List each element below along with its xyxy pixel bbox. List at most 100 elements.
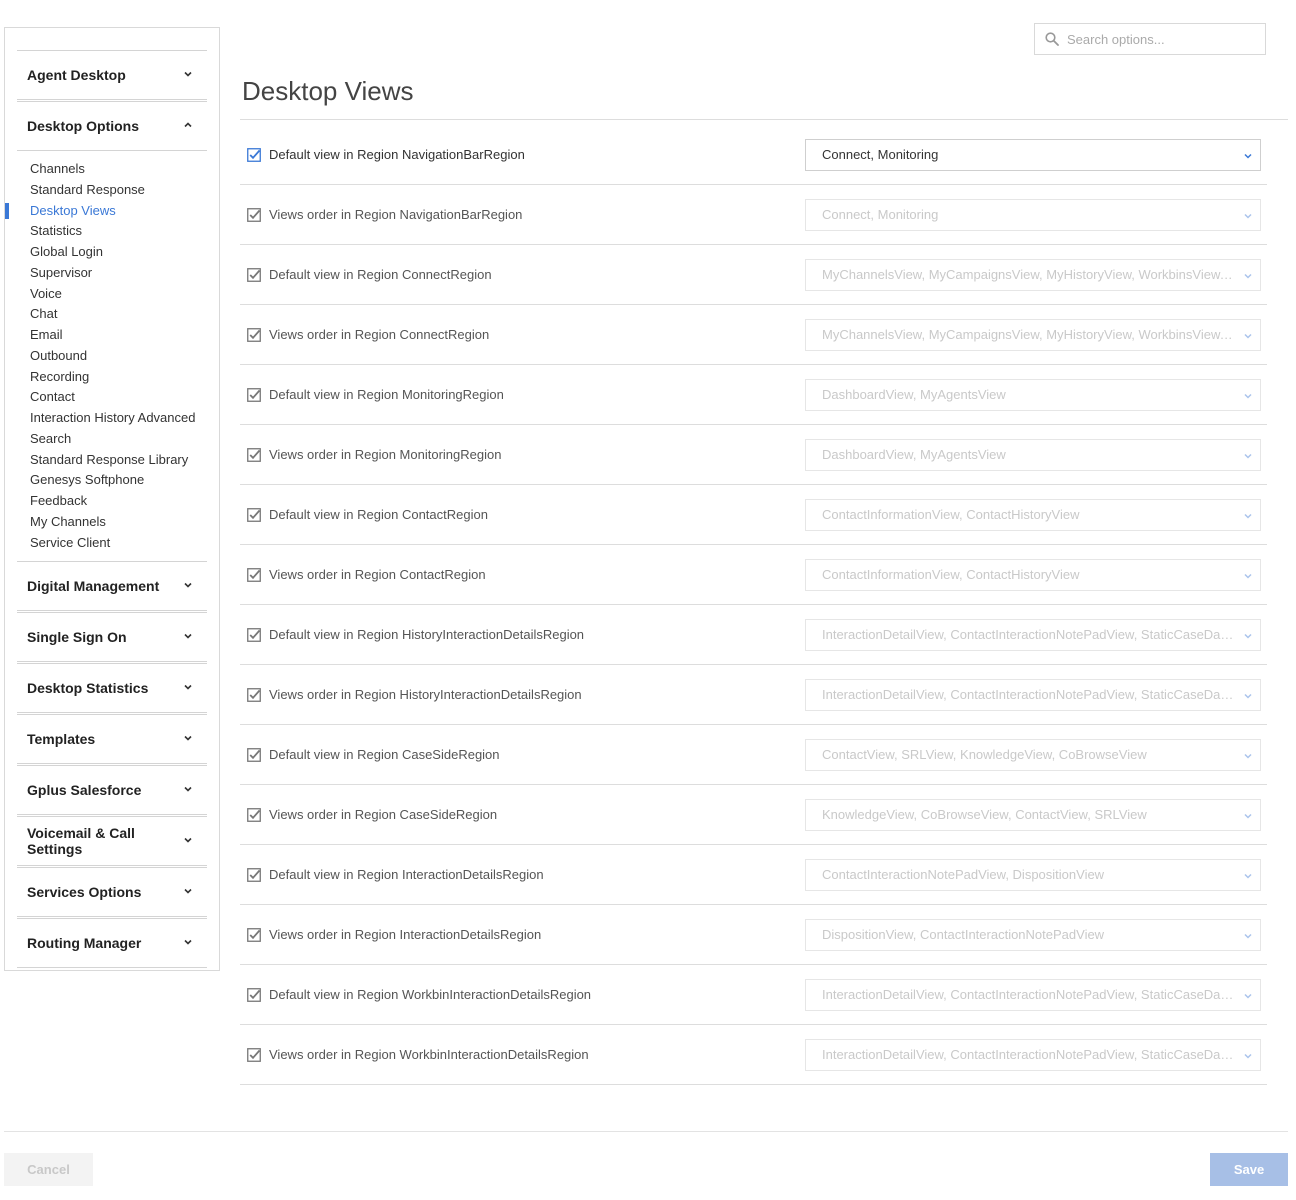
- option-row: Default view in Region MonitoringRegion D…: [240, 365, 1267, 425]
- views-select[interactable]: InteractionDetailView, ContactInteractio…: [805, 618, 1261, 651]
- select-value: KnowledgeView, CoBrowseView, ContactView…: [822, 807, 1147, 822]
- select-value: DashboardView, MyAgentsView: [822, 447, 1006, 462]
- option-row: Views order in Region InteractionDetails…: [240, 905, 1267, 965]
- views-select[interactable]: ContactInteractionNotePadView, Dispositi…: [805, 858, 1261, 891]
- views-select[interactable]: InteractionDetailView, ContactInteractio…: [805, 978, 1261, 1011]
- save-button[interactable]: Save: [1210, 1153, 1288, 1186]
- checkbox-checked-icon[interactable]: [247, 567, 261, 582]
- checkbox-checked-icon[interactable]: [247, 147, 261, 162]
- search-box[interactable]: [1034, 23, 1266, 55]
- sidebar-item[interactable]: Standard Response Library: [17, 450, 207, 471]
- checkbox-checked-icon[interactable]: [247, 747, 261, 762]
- option-row: Views order in Region WorkbinInteraction…: [240, 1025, 1267, 1085]
- option-label: Default view in Region HistoryInteractio…: [269, 627, 585, 642]
- sidebar-item[interactable]: Contact: [17, 387, 207, 408]
- views-select[interactable]: KnowledgeView, CoBrowseView, ContactView…: [805, 798, 1261, 831]
- sidebar-section-header[interactable]: Voicemail & Call Settings: [17, 816, 207, 867]
- checkbox-checked-icon[interactable]: [247, 687, 261, 702]
- sidebar-item[interactable]: Supervisor: [17, 263, 207, 284]
- search-icon: [1045, 32, 1059, 46]
- sidebar-item[interactable]: Search: [17, 429, 207, 450]
- sidebar-section: Digital Management: [17, 561, 207, 612]
- chevron-down-icon: [181, 578, 195, 595]
- select-value: InteractionDetailView, ContactInteractio…: [822, 987, 1236, 1002]
- views-select[interactable]: MyChannelsView, MyCampaignsView, MyHisto…: [805, 318, 1261, 351]
- sidebar-section-header[interactable]: Services Options: [17, 867, 207, 918]
- checkbox-checked-icon[interactable]: [247, 507, 261, 522]
- sidebar-section-label: Routing Manager: [27, 935, 142, 952]
- option-label: Default view in Region CaseSideRegion: [269, 747, 500, 762]
- views-select[interactable]: Connect, Monitoring: [805, 138, 1261, 171]
- checkbox-checked-icon[interactable]: [247, 807, 261, 822]
- sidebar-section-header[interactable]: Templates: [17, 714, 207, 765]
- views-select[interactable]: InteractionDetailView, ContactInteractio…: [805, 1038, 1261, 1071]
- option-row: Views order in Region CaseSideRegion Know…: [240, 785, 1267, 845]
- sidebar-section-header[interactable]: Gplus Salesforce: [17, 765, 207, 816]
- checkbox-checked-icon[interactable]: [247, 927, 261, 942]
- checkbox-checked-icon[interactable]: [247, 387, 261, 402]
- search-input[interactable]: [1065, 30, 1259, 48]
- sidebar-item[interactable]: Service Client: [17, 533, 207, 554]
- sidebar-item[interactable]: Channels: [17, 159, 207, 180]
- views-select[interactable]: DashboardView, MyAgentsView: [805, 438, 1261, 471]
- sidebar-item[interactable]: Chat: [17, 304, 207, 325]
- sidebar-section-header[interactable]: Routing Manager: [17, 918, 207, 969]
- option-row: Views order in Region NavigationBarRegio…: [240, 185, 1267, 245]
- checkbox-checked-icon[interactable]: [247, 987, 261, 1002]
- views-select[interactable]: MyChannelsView, MyCampaignsView, MyHisto…: [805, 258, 1261, 291]
- option-label: Views order in Region WorkbinInteraction…: [269, 1047, 589, 1062]
- views-select[interactable]: ContactInformationView, ContactHistoryVi…: [805, 558, 1261, 591]
- checkbox-checked-icon[interactable]: [247, 627, 261, 642]
- views-select[interactable]: DashboardView, MyAgentsView: [805, 378, 1261, 411]
- cancel-button[interactable]: Cancel: [4, 1153, 93, 1186]
- sidebar-item[interactable]: Recording: [17, 367, 207, 388]
- select-value: DispositionView, ContactInteractionNoteP…: [822, 927, 1105, 942]
- sidebar-item[interactable]: Email: [17, 325, 207, 346]
- sidebar-section-header[interactable]: Desktop Statistics: [17, 663, 207, 714]
- option-row: Default view in Region ContactRegion Cont…: [240, 485, 1267, 545]
- chevron-down-icon: [1244, 753, 1252, 759]
- sidebar-item[interactable]: Desktop Views: [5, 201, 207, 222]
- checkbox-checked-icon[interactable]: [247, 267, 261, 282]
- checkbox-checked-icon[interactable]: [247, 207, 261, 222]
- option-row: Default view in Region ConnectRegion MyCh…: [240, 245, 1267, 305]
- sidebar-item[interactable]: My Channels: [17, 512, 207, 533]
- option-label: Default view in Region ContactRegion: [269, 507, 488, 522]
- chevron-down-icon: [1244, 393, 1252, 399]
- select-value: InteractionDetailView, ContactInteractio…: [822, 1047, 1236, 1062]
- checkbox-checked-icon[interactable]: [247, 1047, 261, 1062]
- views-select[interactable]: DispositionView, ContactInteractionNoteP…: [805, 918, 1261, 951]
- chevron-down-icon: [181, 935, 195, 952]
- sidebar-item[interactable]: Feedback: [17, 491, 207, 512]
- sidebar-item[interactable]: Interaction History Advanced: [17, 408, 207, 429]
- sidebar-item[interactable]: Outbound: [17, 346, 207, 367]
- views-select[interactable]: InteractionDetailView, ContactInteractio…: [805, 678, 1261, 711]
- sidebar-item[interactable]: Standard Response: [17, 180, 207, 201]
- sidebar-section-label: Desktop Options: [27, 118, 140, 134]
- checkbox-checked-icon[interactable]: [247, 447, 261, 462]
- sidebar: Agent Desktop Desktop Options Channels Stan…: [4, 27, 220, 971]
- sidebar-item[interactable]: Genesys Softphone: [17, 470, 207, 491]
- views-select[interactable]: ContactInformationView, ContactHistoryVi…: [805, 498, 1261, 531]
- sidebar-section-header[interactable]: Desktop Options: [17, 101, 207, 151]
- chevron-down-icon: [1244, 273, 1252, 279]
- views-select[interactable]: Connect, Monitoring: [805, 198, 1261, 231]
- option-label: Views order in Region CaseSideRegion: [269, 807, 498, 822]
- select-value: DashboardView, MyAgentsView: [822, 387, 1006, 402]
- sidebar-section-header[interactable]: Single Sign On: [17, 612, 207, 663]
- sidebar-section-header[interactable]: Agent Desktop: [17, 50, 207, 100]
- sidebar-section-header[interactable]: Digital Management: [17, 561, 207, 612]
- select-value: Connect, Monitoring: [822, 147, 939, 162]
- checkbox-checked-icon[interactable]: [247, 867, 261, 882]
- select-value: InteractionDetailView, ContactInteractio…: [822, 687, 1236, 702]
- chevron-down-icon: [1244, 1053, 1252, 1059]
- chevron-down-icon: [1244, 813, 1252, 819]
- sidebar-item[interactable]: Global Login: [17, 242, 207, 263]
- checkbox-checked-icon[interactable]: [247, 327, 261, 342]
- sidebar-section-label: Desktop Statistics: [27, 680, 149, 697]
- views-select[interactable]: ContactView, SRLView, KnowledgeView, CoB…: [805, 738, 1261, 771]
- sidebar-item[interactable]: Voice: [17, 284, 207, 305]
- title-divider: [240, 119, 1288, 120]
- sidebar-item[interactable]: Statistics: [17, 221, 207, 242]
- chevron-down-icon: [1244, 993, 1252, 999]
